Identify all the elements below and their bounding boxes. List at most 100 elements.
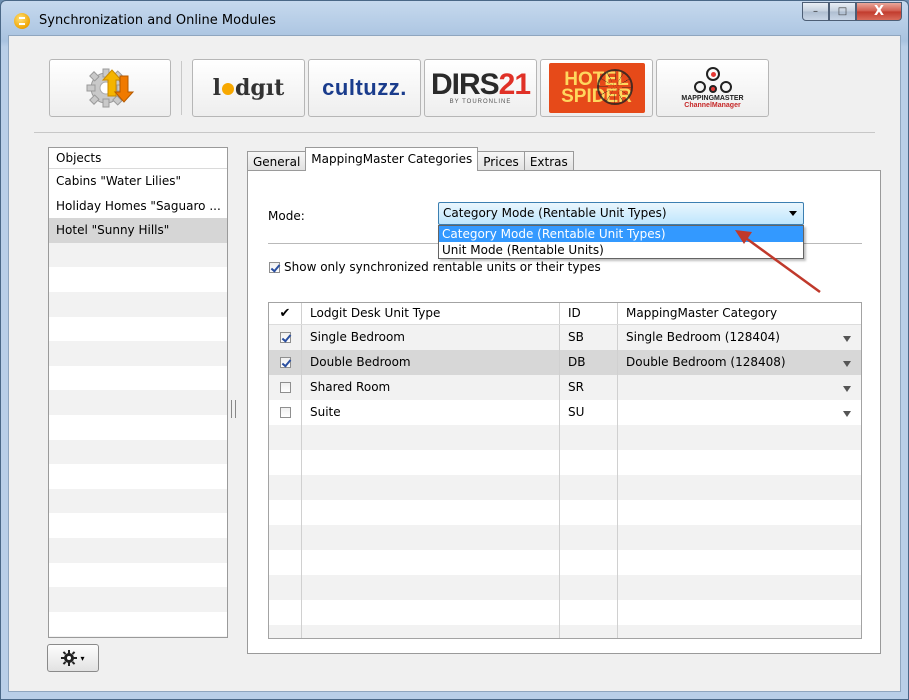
cell-category[interactable] <box>618 400 861 425</box>
cultuzz-logo: cultuzz. <box>322 75 407 100</box>
hotel-spider-module-button[interactable]: HOTEL SPIDER <box>540 59 653 117</box>
dirs21-logo: DIRS21 BY TOURONLINE <box>430 67 531 105</box>
mode-select[interactable]: Category Mode (Rentable Unit Types) <box>438 202 804 225</box>
cell-id: SB <box>560 325 618 350</box>
table-row[interactable]: Suite SU <box>269 400 861 425</box>
lodgit-logo: l dgıt <box>212 75 285 101</box>
tab-extras[interactable]: Extras <box>523 151 574 171</box>
empty-row <box>269 625 861 638</box>
empty-row <box>269 550 861 575</box>
mode-option-unit[interactable]: Unit Mode (Rentable Units) <box>439 242 803 258</box>
app-sync-icon <box>14 13 30 29</box>
header-category[interactable]: MappingMaster Category <box>618 303 861 324</box>
mode-select-value: Category Mode (Rentable Unit Types) <box>443 206 667 220</box>
table-row[interactable]: Double Bedroom DB Double Bedroom (128408… <box>269 350 861 375</box>
empty-row <box>269 475 861 500</box>
objects-list[interactable]: Objects Cabins "Water Lilies" Holiday Ho… <box>48 147 228 638</box>
empty-row <box>49 291 227 317</box>
show-sync-label: Show only synchronized rentable units or… <box>284 260 601 274</box>
dirs21-module-button[interactable]: DIRS21 BY TOURONLINE <box>424 59 537 117</box>
splitter-handle[interactable] <box>231 400 236 418</box>
empty-row <box>49 464 227 489</box>
objects-header: Objects <box>49 148 227 169</box>
object-item[interactable]: Cabins "Water Lilies" <box>49 169 227 194</box>
mappingmaster-logo: MAPPINGMASTER ChannelManager <box>681 95 744 109</box>
empty-row <box>49 317 227 342</box>
gear-menu-button[interactable]: ▾ <box>47 644 99 672</box>
empty-row <box>269 500 861 525</box>
cultuzz-module-button[interactable]: cultuzz. <box>308 59 421 117</box>
empty-row <box>49 341 227 366</box>
mode-dropdown-list: Category Mode (Rentable Unit Types) Unit… <box>438 225 804 259</box>
grid-header: ✔ Lodgit Desk Unit Type ID MappingMaster… <box>269 303 861 325</box>
maximize-button[interactable]: □ <box>829 2 856 21</box>
dropdown-arrow-icon[interactable] <box>843 411 851 417</box>
cell-id: SU <box>560 400 618 425</box>
empty-row <box>269 575 861 600</box>
table-row[interactable]: Shared Room SR <box>269 375 861 400</box>
row-checkbox[interactable] <box>279 407 291 418</box>
title-bar[interactable]: Synchronization and Online Modules – □ X <box>1 1 908 35</box>
empty-row <box>49 612 227 637</box>
minimize-button[interactable]: – <box>802 2 829 21</box>
gear-sync-arrows-icon <box>86 68 135 108</box>
window-controls: – □ X <box>802 2 902 21</box>
empty-row <box>49 513 227 538</box>
dropdown-arrow-icon <box>789 211 797 216</box>
checkmark-header-icon: ✔ <box>269 303 302 324</box>
empty-row <box>49 366 227 391</box>
empty-row <box>49 439 227 465</box>
empty-row <box>269 425 861 450</box>
cell-category[interactable] <box>618 375 861 400</box>
row-checkbox[interactable] <box>279 357 291 368</box>
header-unit-type[interactable]: Lodgit Desk Unit Type <box>302 303 560 324</box>
dropdown-arrow-icon[interactable] <box>843 361 851 367</box>
toolbar-separator <box>181 61 182 115</box>
empty-row <box>49 563 227 588</box>
toolbar-divider <box>34 132 875 133</box>
mappingmaster-module-button[interactable]: MAPPINGMASTER ChannelManager <box>656 59 769 117</box>
tab-mappingmaster-categories[interactable]: MappingMaster Categories <box>305 147 479 171</box>
close-button[interactable]: X <box>856 2 902 21</box>
object-item-selected[interactable]: Hotel "Sunny Hills" <box>49 218 227 243</box>
module-toolbar: l dgıt cultuzz. DIRS21 BY TOURONLINE HOTEL… <box>49 57 772 119</box>
dropdown-arrow-icon[interactable] <box>843 336 851 342</box>
row-checkbox[interactable] <box>279 382 291 393</box>
cell-id: DB <box>560 350 618 375</box>
cell-unit-type: Suite <box>302 400 560 425</box>
show-sync-option[interactable]: Show only synchronized rentable units or… <box>269 260 601 274</box>
tab-prices[interactable]: Prices <box>477 151 525 171</box>
empty-row <box>49 242 227 268</box>
empty-row <box>269 525 861 550</box>
empty-row <box>49 488 227 514</box>
dropdown-arrow-icon[interactable] <box>843 386 851 392</box>
empty-row <box>49 390 227 415</box>
mode-label: Mode: <box>268 209 305 223</box>
sync-module-button[interactable] <box>49 59 171 117</box>
spider-web-icon <box>596 69 633 105</box>
empty-row <box>49 587 227 612</box>
object-item[interactable]: Holiday Homes "Saguaro ... <box>49 194 227 219</box>
cell-unit-type: Double Bedroom <box>302 350 560 375</box>
show-sync-checkbox[interactable] <box>269 261 280 273</box>
app-window: Synchronization and Online Modules – □ X <box>0 0 909 700</box>
dialog-body: l dgıt cultuzz. DIRS21 BY TOURONLINE HOTEL… <box>8 35 901 692</box>
mode-option-category[interactable]: Category Mode (Rentable Unit Types) <box>439 226 803 242</box>
cell-id: SR <box>560 375 618 400</box>
tab-general[interactable]: General <box>247 151 307 171</box>
hotel-spider-logo: HOTEL SPIDER <box>548 63 645 113</box>
cell-category[interactable]: Double Bedroom (128408) <box>618 350 861 375</box>
tab-panel: Mode: Category Mode (Rentable Unit Types… <box>247 170 881 654</box>
table-row[interactable]: Single Bedroom SB Single Bedroom (128404… <box>269 325 861 350</box>
cell-category[interactable]: Single Bedroom (128404) <box>618 325 861 350</box>
lodgit-module-button[interactable]: l dgıt <box>192 59 305 117</box>
header-id[interactable]: ID <box>560 303 618 324</box>
empty-row <box>49 267 227 292</box>
row-checkbox[interactable] <box>279 332 291 343</box>
empty-row <box>49 537 227 563</box>
empty-row <box>269 450 861 475</box>
cell-unit-type: Single Bedroom <box>302 325 560 350</box>
empty-row <box>49 415 227 440</box>
window-title: Synchronization and Online Modules <box>39 13 276 28</box>
caret-down-icon: ▾ <box>80 653 85 663</box>
